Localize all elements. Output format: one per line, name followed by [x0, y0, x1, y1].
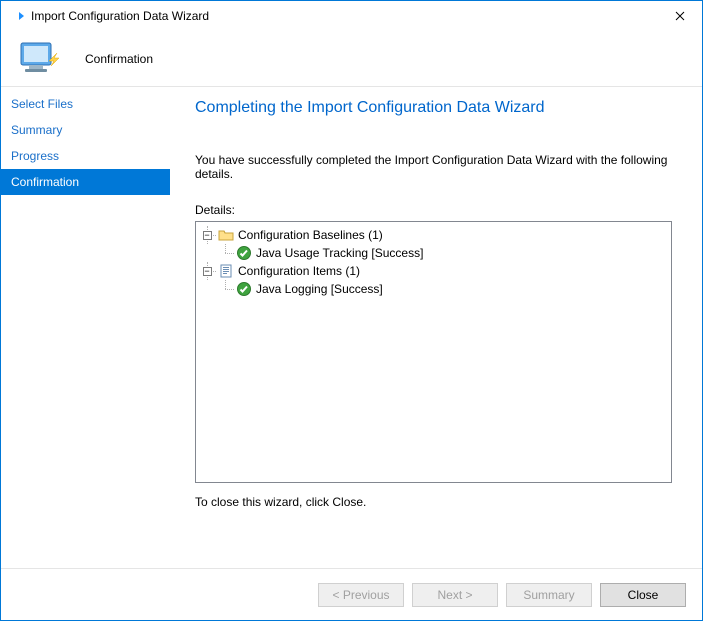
- tree-node-label: Configuration Items (1): [238, 264, 360, 278]
- tree-node-baselines[interactable]: − Configuration Baselines (1): [198, 226, 669, 244]
- wizard-body: Select Files Summary Progress Confirmati…: [1, 87, 702, 568]
- step-sidebar: Select Files Summary Progress Confirmati…: [1, 87, 171, 568]
- success-icon: [236, 281, 252, 297]
- window-title: Import Configuration Data Wizard: [31, 9, 657, 23]
- tree-leaf-java-logging[interactable]: Java Logging [Success]: [198, 280, 669, 298]
- tree-node-label: Configuration Baselines (1): [238, 228, 383, 242]
- wizard-window: Import Configuration Data Wizard Confirm…: [0, 0, 703, 621]
- computer-icon: [15, 35, 63, 83]
- sidebar-item-select-files[interactable]: Select Files: [1, 91, 170, 117]
- header-title: Confirmation: [85, 52, 153, 66]
- close-button[interactable]: Close: [600, 583, 686, 607]
- page-title: Completing the Import Configuration Data…: [195, 99, 672, 117]
- folder-icon: [218, 227, 234, 243]
- tree-node-items[interactable]: − Configuration Items (1): [198, 262, 669, 280]
- main-panel: Completing the Import Configuration Data…: [171, 87, 702, 568]
- details-label: Details:: [195, 203, 672, 217]
- sheet-icon: [218, 263, 234, 279]
- wizard-header: Confirmation: [1, 31, 702, 87]
- sidebar-item-progress[interactable]: Progress: [1, 143, 170, 169]
- success-icon: [236, 245, 252, 261]
- summary-button: Summary: [506, 583, 592, 607]
- sidebar-item-summary[interactable]: Summary: [1, 117, 170, 143]
- close-hint: To close this wizard, click Close.: [195, 495, 672, 509]
- next-button: Next >: [412, 583, 498, 607]
- tree-leaf-label: Java Usage Tracking [Success]: [256, 246, 423, 260]
- tree-leaf-java-usage-tracking[interactable]: Java Usage Tracking [Success]: [198, 244, 669, 262]
- sidebar-item-confirmation[interactable]: Confirmation: [1, 169, 170, 195]
- tree-leaf-label: Java Logging [Success]: [256, 282, 383, 296]
- window-close-button[interactable]: [657, 1, 702, 30]
- intro-text: You have successfully completed the Impo…: [195, 153, 672, 181]
- previous-button: < Previous: [318, 583, 404, 607]
- footer: < Previous Next > Summary Close: [1, 568, 702, 620]
- details-tree[interactable]: − Configuration Baselines (1): [195, 221, 672, 483]
- app-arrow-icon: [9, 8, 25, 24]
- titlebar: Import Configuration Data Wizard: [1, 1, 702, 31]
